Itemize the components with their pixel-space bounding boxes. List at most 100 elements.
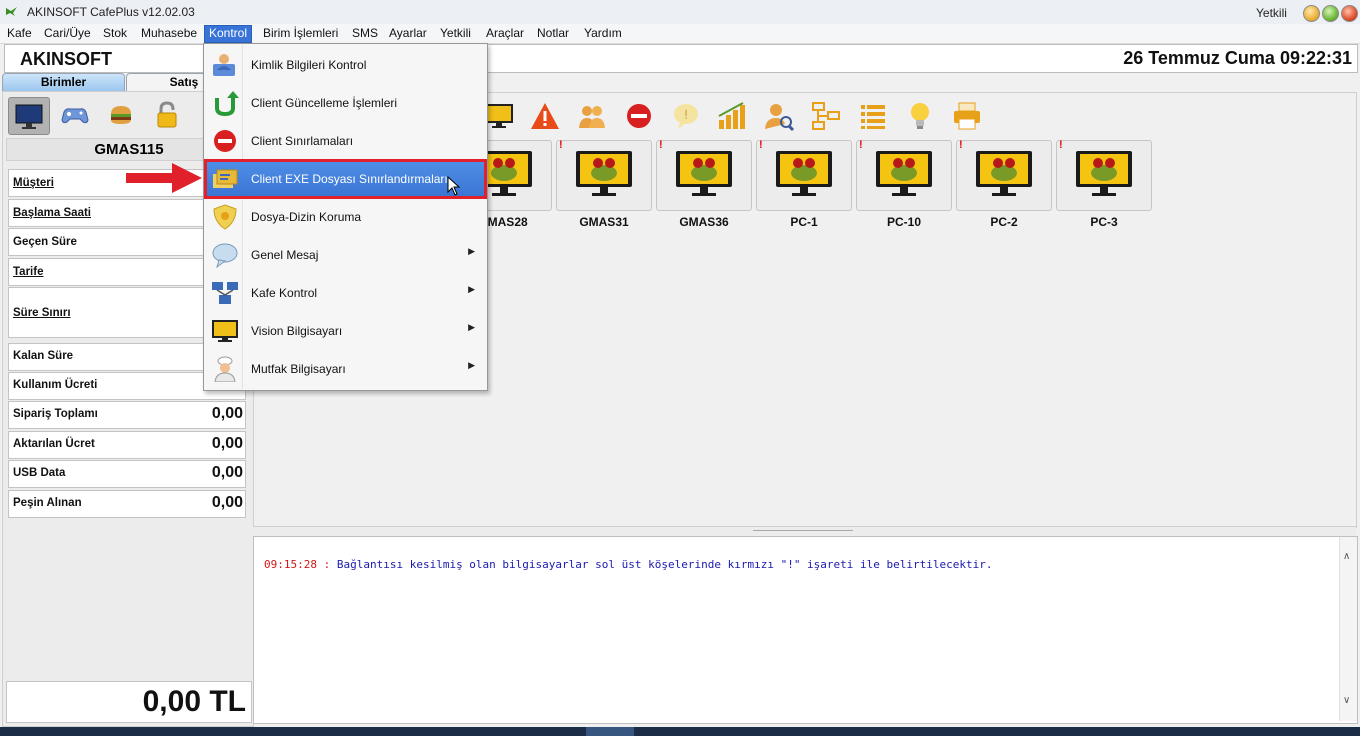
list-icon[interactable] xyxy=(857,100,889,132)
food-category-button[interactable] xyxy=(101,97,141,133)
frog-monitor-icon xyxy=(1076,151,1132,196)
log-panel: 09:15:28 : Bağlantısı kesilmiş olan bilg… xyxy=(253,536,1358,724)
menu-item-mutfak-bilgisayari[interactable]: Mutfak Bilgisayarı ▶ xyxy=(206,351,485,387)
log-scrollbar[interactable]: ∧ ∨ xyxy=(1339,537,1357,721)
chart-growth-icon[interactable] xyxy=(716,100,748,132)
computer-name: PC-10 xyxy=(886,215,921,229)
tab-birimler[interactable]: Birimler xyxy=(2,73,125,91)
close-button[interactable] xyxy=(1341,5,1358,22)
menu-item-label: Kimlik Bilgileri Kontrol xyxy=(251,58,367,72)
menu-stok[interactable]: Stok xyxy=(99,26,131,42)
frog-monitor-icon xyxy=(576,151,632,196)
scroll-up-icon[interactable]: ∧ xyxy=(1343,551,1350,562)
computers-category-button[interactable] xyxy=(8,97,50,135)
menu-birim-islemleri[interactable]: Birim İşlemleri xyxy=(259,26,342,42)
menu-yetkili[interactable]: Yetkili xyxy=(436,26,475,42)
menu-item-label: Client EXE Dosyası Sınırlandırmaları xyxy=(251,172,448,186)
green-update-arrow-icon xyxy=(215,91,239,116)
computer-name: PC-3 xyxy=(1090,215,1118,229)
tariff-label[interactable]: Tarife xyxy=(13,266,43,278)
menu-item-label: Client Sınırlamaları xyxy=(251,134,354,148)
lightbulb-icon[interactable] xyxy=(904,100,936,132)
menu-item-label: Mutfak Bilgisayarı xyxy=(251,362,346,376)
minimize-button[interactable] xyxy=(1303,5,1320,22)
order-total-label: Sipariş Toplamı xyxy=(13,408,98,420)
menu-kontrol[interactable]: Kontrol xyxy=(204,25,253,43)
menu-cari-uye[interactable]: Cari/Üye xyxy=(40,26,95,42)
menu-item-label: Vision Bilgisayarı xyxy=(251,324,343,338)
menu-ayarlar[interactable]: Ayarlar xyxy=(385,26,431,42)
menu-item-kimlik-bilgileri-kontrol[interactable]: Kimlik Bilgileri Kontrol xyxy=(206,47,485,83)
burger-icon xyxy=(111,106,131,124)
usb-data-value: 0,00 xyxy=(211,464,243,481)
menu-item-client-sinirlamalari[interactable]: Client Sınırlamaları xyxy=(206,123,485,159)
id-card-user-icon xyxy=(213,54,235,76)
taskbar-active-item[interactable] xyxy=(586,727,634,736)
svg-text:!: ! xyxy=(684,108,689,122)
stop-icon[interactable] xyxy=(623,100,655,132)
panel-splitter[interactable] xyxy=(253,526,1356,536)
scroll-down-icon[interactable]: ∨ xyxy=(1343,695,1350,706)
padlock-icon xyxy=(157,101,177,128)
computer-tile[interactable]: ! xyxy=(956,139,1052,211)
log-message: Bağlantısı kesilmiş olan bilgisayarlar s… xyxy=(336,558,993,571)
computer-tile[interactable]: ! xyxy=(656,139,752,211)
remaining-time-label: Kalan Süre xyxy=(13,350,74,362)
maximize-button[interactable] xyxy=(1322,5,1339,22)
users-icon[interactable] xyxy=(576,100,608,132)
monitor-icon xyxy=(212,320,238,342)
customer-label[interactable]: Müşteri xyxy=(13,177,54,189)
lock-category-button[interactable] xyxy=(147,97,187,133)
computer-tile[interactable]: ! xyxy=(756,139,852,211)
frog-monitor-icon xyxy=(976,151,1032,196)
chef-icon xyxy=(214,356,236,382)
menu-item-client-guncelleme[interactable]: Client Güncelleme İşlemleri xyxy=(206,85,485,121)
disconnected-indicator: ! xyxy=(559,139,563,151)
computer-tile[interactable]: ! xyxy=(556,139,652,211)
computer-tile[interactable]: ! xyxy=(856,139,952,211)
mouse-cursor-icon xyxy=(447,176,461,196)
menu-item-kafe-kontrol[interactable]: Kafe Kontrol ▶ xyxy=(206,275,485,311)
splitter-grip[interactable] xyxy=(753,530,853,533)
computer-name: PC-1 xyxy=(790,215,818,229)
user-search-icon[interactable] xyxy=(763,100,795,132)
start-time-label[interactable]: Başlama Saati xyxy=(13,207,91,219)
computer-tile[interactable]: ! xyxy=(1056,139,1152,211)
brand-label: AKINSOFT xyxy=(20,49,112,69)
disconnected-indicator: ! xyxy=(659,139,663,151)
menu-item-dosya-dizin-koruma[interactable]: Dosya-Dizin Koruma xyxy=(206,199,485,235)
computer-name: GMAS36 xyxy=(679,215,729,229)
submenu-arrow-icon: ▶ xyxy=(468,360,475,370)
transferred-fee-label: Aktarılan Ücret xyxy=(13,438,95,450)
disconnected-indicator: ! xyxy=(1059,139,1063,151)
transferred-fee-value: 0,00 xyxy=(211,435,243,452)
kontrol-dropdown-menu: Kimlik Bilgileri Kontrol Client Güncelle… xyxy=(203,43,488,391)
computer-name: GMAS31 xyxy=(579,215,629,229)
menu-kafe[interactable]: Kafe xyxy=(3,26,36,42)
message-icon[interactable]: ! xyxy=(670,100,702,132)
printer-icon[interactable] xyxy=(951,100,983,132)
menu-item-client-exe-sinirlandirmalari[interactable]: Client EXE Dosyası Sınırlandırmaları xyxy=(204,159,487,199)
games-category-button[interactable] xyxy=(55,97,95,133)
annotation-arrow-icon xyxy=(126,163,202,193)
frog-monitor-icon xyxy=(776,151,832,196)
prepaid-value: 0,00 xyxy=(211,494,243,511)
menu-araclar[interactable]: Araçlar xyxy=(482,26,528,42)
menu-sms[interactable]: SMS xyxy=(348,26,382,42)
computer-name: PC-2 xyxy=(990,215,1018,229)
warning-icon[interactable] xyxy=(529,100,561,132)
menu-notlar[interactable]: Notlar xyxy=(533,26,573,42)
window-title: AKINSOFT CafePlus v12.02.03 xyxy=(27,5,195,19)
menu-item-vision-bilgisayari[interactable]: Vision Bilgisayarı ▶ xyxy=(206,313,485,349)
menu-yardim[interactable]: Yardım xyxy=(580,26,626,42)
prepaid-row: Peşin Alınan 0,00 xyxy=(8,490,246,518)
menu-item-genel-mesaj[interactable]: Genel Mesaj ▶ xyxy=(206,237,485,273)
order-total-value: 0,00 xyxy=(211,405,243,422)
menu-muhasebe[interactable]: Muhasebe xyxy=(137,26,201,42)
red-stop-icon xyxy=(214,130,236,152)
exe-restriction-icon xyxy=(213,169,238,188)
disconnected-indicator: ! xyxy=(959,139,963,151)
submenu-arrow-icon: ▶ xyxy=(468,322,475,332)
time-limit-label[interactable]: Süre Sınırı xyxy=(13,307,71,319)
network-diagram-icon[interactable] xyxy=(810,100,842,132)
